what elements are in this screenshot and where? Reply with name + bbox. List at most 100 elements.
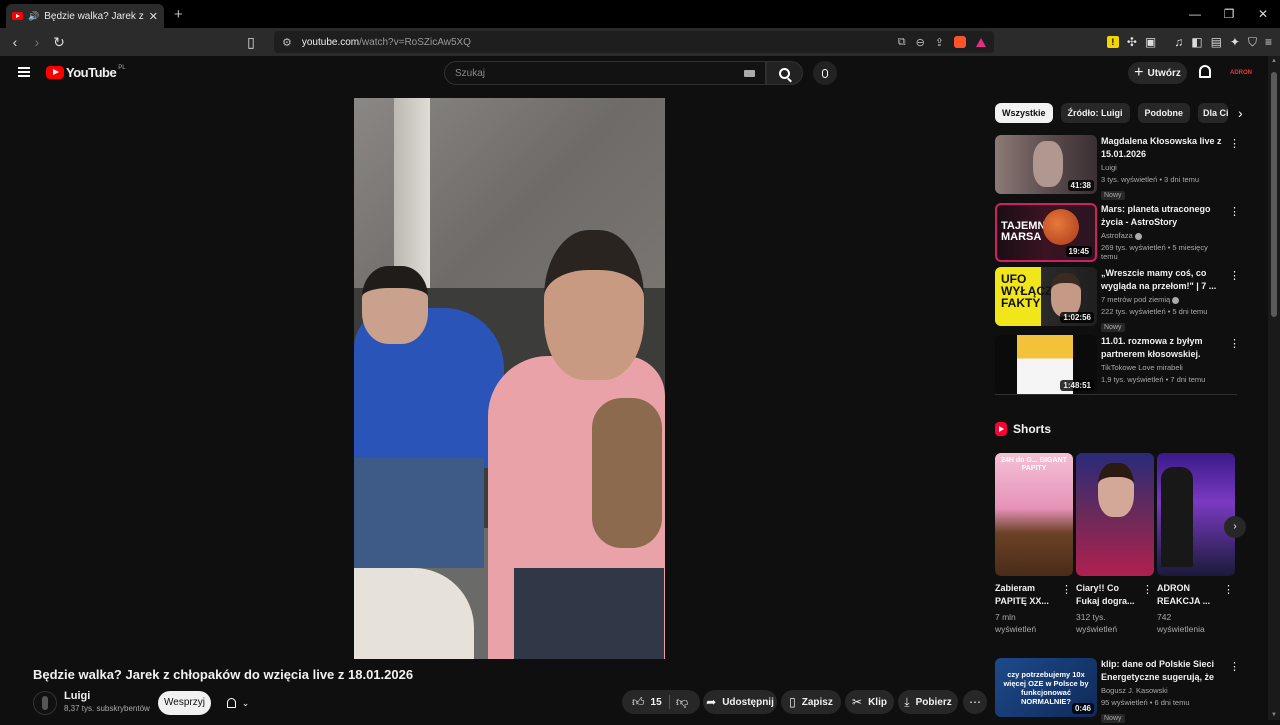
recommendation-item[interactable]: TAJEMNICE MARSA 19:45 Mars: planeta utra… — [995, 203, 1245, 265]
channel-name[interactable]: Astrofaza — [1101, 231, 1226, 240]
browser-tab[interactable]: 🔊 Będzie walka? Jarek z chłopaków do wzi… — [6, 4, 164, 28]
wallet-icon[interactable]: ▤ — [1211, 35, 1222, 49]
search-button[interactable] — [766, 61, 803, 85]
recommendation-item[interactable]: 1:48:51 11.01. rozmowa z byłym partnerem… — [995, 335, 1245, 397]
brave-rewards-icon[interactable] — [976, 37, 986, 47]
zoom-icon[interactable]: ⊖ — [916, 36, 925, 49]
minimize-icon[interactable]: — — [1178, 0, 1212, 28]
tab-close-icon[interactable]: ✕ — [149, 10, 158, 23]
video-thumbnail[interactable]: TAJEMNICE MARSA 19:45 — [995, 203, 1097, 262]
url-text[interactable]: youtube.com/watch?v=RoSZicAw5XQ — [302, 37, 888, 48]
join-button[interactable]: Wesprzyj — [158, 691, 211, 715]
share-button[interactable]: ➦ Udostępnij — [703, 690, 777, 714]
recommendation-item[interactable]: UFO WYŁĄCZNE FAKTY 1:02:56 „Wreszcie mam… — [995, 267, 1245, 332]
scroll-down-icon[interactable]: ▼ — [1271, 712, 1277, 718]
video-thumbnail[interactable]: czy potrzebujemy 10x więcej OZE w Polsce… — [995, 658, 1097, 717]
chip-related[interactable]: Podobne — [1137, 103, 1191, 123]
video-title[interactable]: Mars: planeta utraconego życia - AstroSt… — [1101, 203, 1226, 228]
site-settings-icon[interactable]: ⚙ — [282, 36, 292, 49]
new-tab-icon[interactable]: + — [174, 6, 183, 23]
bookmark-icon[interactable]: ▯ — [244, 34, 258, 51]
puzzle-extension-icon[interactable]: ✣ — [1127, 35, 1137, 49]
chip-source[interactable]: Źródło: Luigi — [1060, 103, 1130, 123]
recommendation-item[interactable]: 41:38 Magdalena Kłosowska live z 15.01.2… — [995, 135, 1245, 200]
channel-avatar[interactable] — [33, 691, 57, 715]
shorts-next-chevron-icon[interactable]: › — [1224, 516, 1246, 538]
chip-all[interactable]: Wszystkie — [995, 103, 1053, 123]
youtube-logo[interactable]: YouTube PL — [46, 65, 126, 80]
chip-for-you[interactable]: Dla Ciebie — [1198, 103, 1229, 123]
video-title[interactable]: 11.01. rozmowa z byłym partnerem kłosows… — [1101, 335, 1226, 360]
shorts-title[interactable]: Zabieram PAPITĘ XX... — [995, 582, 1059, 608]
create-button[interactable]: + Utwórz — [1128, 62, 1187, 84]
shorts-thumbnail[interactable]: 24H do G... GIGANT PAPITY — [995, 453, 1073, 576]
brave-shields-icon[interactable] — [954, 36, 966, 48]
video-thumbnail[interactable]: UFO WYŁĄCZNE FAKTY 1:02:56 — [995, 267, 1097, 326]
video-thumbnail[interactable]: 41:38 — [995, 135, 1097, 194]
window-close-icon[interactable]: ✕ — [1246, 0, 1280, 28]
shorts-title[interactable]: Ciary!! Co Fukaj dogra... — [1076, 582, 1140, 608]
address-bar[interactable]: ⚙ youtube.com/watch?v=RoSZicAw5XQ ⧉ ⊖ ⇪ — [274, 31, 994, 53]
shorts-item[interactable]: 24H do G... GIGANT PAPITY Zabieram PAPIT… — [995, 453, 1073, 635]
channel-name[interactable]: 7 metrów pod ziemią — [1101, 295, 1226, 304]
save-button[interactable]: ▯ Zapisz — [781, 690, 841, 714]
channel-name-text: 7 metrów pod ziemią — [1101, 295, 1171, 304]
video-player[interactable] — [354, 98, 665, 659]
download-button[interactable]: ⤓ Pobierz — [898, 690, 958, 714]
video-frame-jeans — [354, 458, 484, 568]
back-icon[interactable]: ‹ — [8, 34, 22, 50]
browser-menu-icon[interactable]: ≡ — [1265, 35, 1272, 49]
video-thumbnail[interactable]: 1:48:51 — [995, 335, 1097, 394]
shorts-thumbnail[interactable] — [1157, 453, 1235, 576]
scroll-up-icon[interactable]: ▲ — [1271, 58, 1277, 64]
more-actions-button[interactable]: ⋯ — [963, 690, 987, 714]
notifications-bell-icon[interactable] — [1199, 65, 1211, 78]
channel-name[interactable]: TikTokowe Love mirabeli — [1101, 363, 1226, 372]
clip-button[interactable]: ✂ Klip — [845, 690, 894, 714]
like-count[interactable]: 15 — [651, 697, 662, 708]
video-title[interactable]: Magdalena Kłosowska live z 15.01.2026 — [1101, 135, 1226, 160]
account-avatar[interactable]: ADRON — [1230, 64, 1252, 82]
leo-ai-icon[interactable]: ✦ — [1230, 35, 1240, 49]
shorts-thumbnail[interactable] — [1076, 453, 1154, 576]
shorts-item[interactable]: Ciary!! Co Fukaj dogra... 312 tys. wyświ… — [1076, 453, 1154, 635]
more-vertical-icon[interactable]: ⋮ — [1229, 205, 1240, 218]
more-vertical-icon[interactable]: ⋮ — [1229, 137, 1240, 150]
search-input[interactable]: Szukaj — [444, 61, 766, 85]
more-vertical-icon[interactable]: ⋮ — [1229, 337, 1240, 350]
hamburger-menu-icon[interactable] — [18, 67, 30, 77]
shorts-item[interactable]: ADRON REAKCJA ... 742 wyświetlenia ⋮ — [1157, 453, 1235, 635]
scrollbar-thumb[interactable] — [1271, 72, 1277, 317]
vpn-shield-icon[interactable]: ⛉ — [1248, 35, 1257, 50]
share-page-icon[interactable]: ⇪ — [935, 36, 944, 49]
thumbs-down-icon[interactable]: 👎︎ — [676, 695, 688, 710]
more-vertical-icon[interactable]: ⋮ — [1061, 583, 1072, 596]
voice-search-button[interactable] — [813, 61, 837, 85]
video-title[interactable]: „Wreszcie mamy coś, co wygląda na przeło… — [1101, 267, 1226, 292]
open-external-icon[interactable]: ⧉ — [898, 36, 906, 49]
speaker-icon[interactable]: 🔊 — [28, 11, 39, 22]
reload-icon[interactable]: ↻ — [52, 34, 66, 51]
shorts-title[interactable]: ADRON REAKCJA ... — [1157, 582, 1221, 608]
more-vertical-icon[interactable]: ⋮ — [1142, 583, 1153, 596]
page-scrollbar[interactable]: ▲ ▼ — [1268, 56, 1280, 720]
more-vertical-icon[interactable]: ⋮ — [1229, 660, 1240, 673]
keyboard-icon[interactable] — [744, 69, 755, 77]
channel-name[interactable]: Luigi — [1101, 163, 1226, 172]
screenshot-extension-icon[interactable]: ▣ — [1145, 35, 1156, 49]
channel-name[interactable]: Bogusz J. Kasowski — [1101, 686, 1226, 695]
channel-name[interactable]: Luigi — [64, 690, 90, 702]
video-meta: 269 tys. wyświetleń • 5 miesięcy temu — [1101, 243, 1208, 261]
chevron-right-icon[interactable]: › — [1238, 105, 1243, 121]
more-vertical-icon[interactable]: ⋮ — [1229, 269, 1240, 282]
subscription-bell-button[interactable]: ⌄ — [216, 691, 260, 715]
forward-icon[interactable]: › — [30, 34, 44, 50]
music-icon[interactable]: ♫ — [1174, 35, 1183, 49]
restore-icon[interactable]: ❐ — [1212, 0, 1246, 28]
notes-extension-icon[interactable]: ! — [1106, 36, 1119, 48]
more-vertical-icon[interactable]: ⋮ — [1223, 583, 1234, 596]
recommendation-item[interactable]: czy potrzebujemy 10x więcej OZE w Polsce… — [995, 658, 1245, 723]
video-title[interactable]: klip: dane od Polskie Sieci Energetyczne… — [1101, 658, 1226, 683]
thumbs-up-icon[interactable]: 👍︎ — [632, 695, 645, 710]
sidebar-toggle-icon[interactable]: ◧ — [1191, 35, 1202, 49]
